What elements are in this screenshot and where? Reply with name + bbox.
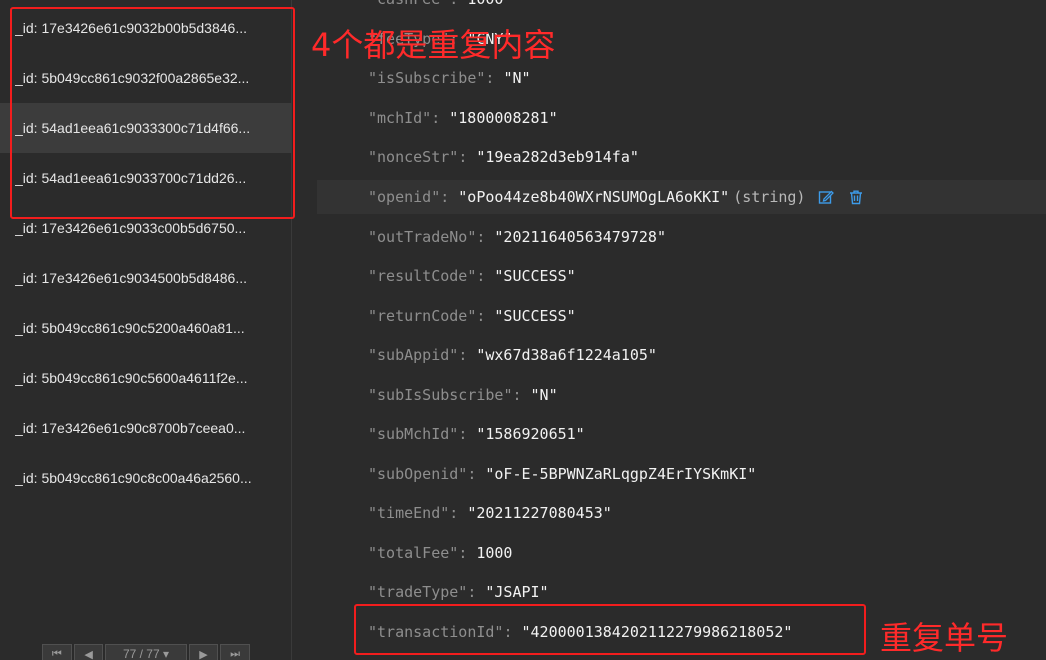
field-value: 1000 xyxy=(467,0,503,8)
document-id-label: _id: 5b049cc861c90c5600a4611f2e... xyxy=(15,370,248,386)
document-id-label: _id: 17e3426e61c9034500b5d8486... xyxy=(15,270,247,286)
field-key: "openid" xyxy=(368,188,441,206)
document-list-item[interactable]: _id: 17e3426e61c90c8700b7ceea0... xyxy=(0,403,292,453)
field-key: "cashFee" xyxy=(368,0,449,8)
field-value: "N" xyxy=(530,386,558,404)
document-list-item[interactable]: _id: 5b049cc861c90c8c00a46a2560... xyxy=(0,453,292,503)
field-value: "19ea282d3eb914fa" xyxy=(476,148,639,166)
document-list-item[interactable]: _id: 17e3426e61c9034500b5d8486... xyxy=(0,253,292,303)
field-value: "N" xyxy=(503,69,531,87)
field-row[interactable]: "subAppid": "wx67d38a6f1224a105" xyxy=(317,338,1046,372)
field-key: "mchId" xyxy=(368,109,432,127)
field-key: "subAppid" xyxy=(368,346,459,364)
document-id-label: _id: 17e3426e61c90c8700b7ceea0... xyxy=(15,420,246,436)
field-value: "20211640563479728" xyxy=(494,228,666,246)
field-row[interactable]: "cashFee":1000 xyxy=(317,0,1046,16)
duplicate-number-annotation: 重复单号 xyxy=(880,619,1009,657)
field-value: "1800008281" xyxy=(449,109,558,127)
field-row[interactable]: "outTradeNo": "20211640563479728" xyxy=(317,220,1046,254)
field-row[interactable]: "subIsSubscribe": "N" xyxy=(317,378,1046,412)
first-page-button[interactable]: ⏮ xyxy=(42,644,72,660)
field-row[interactable]: "nonceStr": "19ea282d3eb914fa" xyxy=(317,140,1046,174)
field-row[interactable]: "isSubscribe": "N" xyxy=(317,61,1046,95)
field-key: "subMchId" xyxy=(368,425,459,443)
last-page-button[interactable]: ⏭ xyxy=(220,644,250,660)
field-value: "SUCCESS" xyxy=(494,267,576,285)
transaction-id-highlight-box xyxy=(354,604,866,655)
field-row-hovered[interactable]: "openid": "oPoo44ze8b40WXrNSUMOgLA6oKKI"(… xyxy=(317,180,1046,214)
field-row[interactable]: "returnCode": "SUCCESS" xyxy=(317,299,1046,333)
field-value: 1000 xyxy=(476,544,513,562)
field-key: "totalFee" xyxy=(368,544,459,562)
field-key: "subIsSubscribe" xyxy=(368,386,513,404)
field-row[interactable]: "resultCode": "SUCCESS" xyxy=(317,259,1046,293)
document-list-item[interactable]: _id: 5b049cc861c90c5200a460a81... xyxy=(0,303,292,353)
document-id-label: _id: 5b049cc861c90c8c00a46a2560... xyxy=(15,470,252,486)
document-list-item[interactable]: _id: 5b049cc861c90c5600a4611f2e... xyxy=(0,353,292,403)
field-row[interactable]: "subOpenid": "oF-E-5BPWNZaRLqgpZ4ErIYSKmK… xyxy=(317,457,1046,491)
field-value: "SUCCESS" xyxy=(494,307,576,325)
field-value: "oPoo44ze8b40WXrNSUMOgLA6oKKI" xyxy=(458,188,730,206)
field-value: "20211227080453" xyxy=(467,504,612,522)
duplicates-annotation: 4个都是重复内容 xyxy=(311,26,556,64)
prev-page-button[interactable]: ◀ xyxy=(73,644,104,660)
document-id-label: _id: 17e3426e61c9033c00b5d6750... xyxy=(15,220,247,236)
field-value: "1586920651" xyxy=(476,425,585,443)
edit-icon[interactable] xyxy=(817,188,835,206)
field-key: "tradeType" xyxy=(368,583,468,601)
field-key: "timeEnd" xyxy=(368,504,450,522)
next-page-button[interactable]: ▶ xyxy=(188,644,219,660)
field-value: "JSAPI" xyxy=(485,583,549,601)
field-row[interactable]: "totalFee":1000 xyxy=(317,536,1046,570)
document-id-label: _id: 5b049cc861c90c5200a460a81... xyxy=(15,320,245,336)
field-row[interactable]: "timeEnd": "20211227080453" xyxy=(317,496,1046,530)
page-select[interactable]: 77 / 77 ▾ xyxy=(105,644,187,660)
field-key: "subOpenid" xyxy=(368,465,468,483)
field-key: "nonceStr" xyxy=(368,148,459,166)
trash-icon[interactable] xyxy=(847,188,865,206)
field-key: "isSubscribe" xyxy=(368,69,486,87)
field-row[interactable]: "subMchId": "1586920651" xyxy=(317,417,1046,451)
field-value: "oF-E-5BPWNZaRLqgpZ4ErIYSKmKI" xyxy=(485,465,757,483)
field-value: "wx67d38a6f1224a105" xyxy=(476,346,657,364)
field-type: (string) xyxy=(733,188,806,206)
duplicates-highlight-box xyxy=(10,7,295,219)
field-key: "returnCode" xyxy=(368,307,477,325)
document-detail-panel: "cashFee":1000 "feeType":"CNY" "isSubscr… xyxy=(293,0,1046,660)
pagination: ⏮ ◀ 77 / 77 ▾ ▶ ⏭ xyxy=(42,644,252,660)
field-key: "outTradeNo" xyxy=(368,228,477,246)
field-key: "resultCode" xyxy=(368,267,477,285)
field-row[interactable]: "mchId": "1800008281" xyxy=(317,101,1046,135)
